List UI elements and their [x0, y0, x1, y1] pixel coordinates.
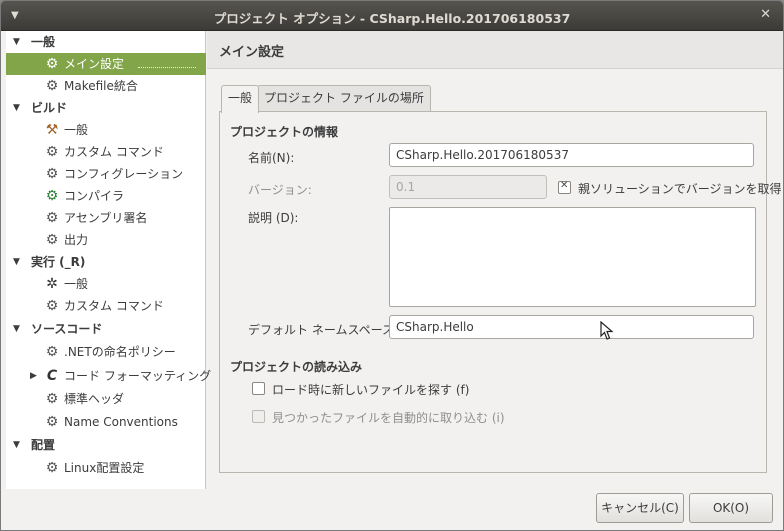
gear-icon: ⚙: [45, 56, 59, 72]
description-label: 説明 (D):: [248, 211, 299, 225]
panel-header: メイン設定: [207, 31, 783, 69]
tree-item-standard-header[interactable]: ⚙ 標準ヘッダ: [6, 388, 206, 410]
cancel-button[interactable]: キャンセル(C): [596, 493, 684, 523]
tree-item-assembly-signing[interactable]: ⚙ アセンブリ署名: [6, 207, 206, 229]
section-title-project-info: プロジェクトの情報: [230, 125, 339, 139]
mouse-cursor-icon: [600, 321, 614, 340]
tree-category-source-code[interactable]: ▼ ソースコード: [6, 318, 206, 340]
tab-project-file-location[interactable]: プロジェクト ファイルの場所: [257, 85, 431, 112]
code-format-icon: C: [46, 368, 58, 384]
project-options-window: ▼ プロジェクト オプション - CSharp.Hello.2017061805…: [0, 0, 784, 531]
tree-item-main-settings[interactable]: ⚙ メイン設定: [6, 53, 206, 75]
tree-item-linux-deployment[interactable]: ⚙ Linux配置設定: [6, 457, 206, 479]
expander-down-icon[interactable]: ▼: [13, 434, 20, 456]
tree-item-compiler[interactable]: ⚙ コンパイラ: [6, 185, 206, 207]
options-tree: ▼ 一般 ⚙ メイン設定 ⚙ Makefile統合 ▼ ビルド ⚒ 一般 ⚙ カ…: [6, 31, 211, 489]
tree-item-build-general[interactable]: ⚒ 一般: [6, 119, 206, 141]
auto-import-checkbox[interactable]: [252, 410, 265, 423]
tree-item-configurations[interactable]: ⚙ コンフィグレーション: [6, 163, 206, 185]
tree-item-naming-policy[interactable]: ⚙ .NETの命名ポリシー: [6, 341, 206, 363]
name-field[interactable]: [389, 143, 754, 167]
tree-category-run[interactable]: ▼ 実行 (_R): [6, 251, 206, 273]
gear-icon: ⚙: [45, 144, 59, 160]
tree-item-run-custom-commands[interactable]: ⚙ カスタム コマンド: [6, 295, 206, 317]
tree-item-build-custom-commands[interactable]: ⚙ カスタム コマンド: [6, 141, 206, 163]
expander-down-icon[interactable]: ▼: [13, 318, 20, 340]
ok-button[interactable]: OK(O): [689, 493, 773, 523]
expander-down-icon[interactable]: ▼: [13, 97, 20, 119]
version-from-solution-checkbox[interactable]: [558, 180, 571, 194]
compiler-icon: ⚙: [45, 188, 59, 204]
tab-general[interactable]: 一般: [221, 85, 260, 113]
gear-icon: ⚙: [45, 166, 59, 182]
description-textarea[interactable]: [389, 207, 756, 307]
tree-item-makefile[interactable]: ⚙ Makefile統合: [6, 75, 206, 97]
tree-item-run-general[interactable]: ✲ 一般: [6, 273, 206, 295]
auto-import-label: 見つかったファイルを自動的に取り込む (i): [272, 411, 505, 425]
gear-icon: ⚙: [45, 344, 59, 360]
section-title-project-load: プロジェクトの読み込み: [230, 360, 363, 374]
gear-icon: ⚙: [45, 460, 59, 476]
tree-category-deployment[interactable]: ▼ 配置: [6, 434, 206, 456]
version-from-solution-label: 親ソリューションでバージョンを取得: [578, 182, 782, 196]
window-title: プロジェクト オプション - CSharp.Hello.201706180537: [213, 11, 571, 26]
cog-icon: ✲: [46, 276, 58, 292]
tree-category-general[interactable]: ▼ 一般: [6, 31, 206, 53]
version-field[interactable]: [389, 175, 547, 199]
gear-icon: ⚙: [45, 210, 59, 226]
gear-icon: ⚙: [45, 414, 59, 430]
load-new-files-checkbox[interactable]: [252, 382, 265, 395]
expander-right-icon[interactable]: ▶: [30, 365, 37, 387]
load-new-files-label: ロード時に新しいファイルを探す (f): [272, 383, 470, 397]
tab-panel-general: プロジェクトの情報 名前(N): バージョン: 親ソリューションでバージョンを取…: [219, 111, 782, 473]
version-label: バージョン:: [248, 183, 312, 197]
tree-item-name-conventions[interactable]: ⚙ Name Conventions: [6, 411, 206, 433]
title-bar: ▼ プロジェクト オプション - CSharp.Hello.2017061805…: [1, 1, 783, 31]
close-icon[interactable]: ✕: [760, 7, 771, 22]
tree-item-output[interactable]: ⚙ 出力: [6, 229, 206, 251]
tree-item-code-formatting[interactable]: ▶ C コード フォーマッティング: [6, 365, 211, 387]
panel-title: メイン設定: [219, 45, 285, 60]
gear-icon: ⚙: [45, 232, 59, 248]
gear-icon: ⚙: [45, 78, 59, 94]
gear-icon: ⚙: [45, 391, 59, 407]
expander-down-icon[interactable]: ▼: [13, 31, 20, 53]
gear-icon: ⚙: [45, 298, 59, 314]
tree-category-build[interactable]: ▼ ビルド: [6, 97, 206, 119]
namespace-field[interactable]: [389, 315, 754, 339]
namespace-label: デフォルト ネームスペース:: [248, 323, 399, 337]
selection-focus-line: [138, 67, 196, 68]
build-icon: ⚒: [45, 122, 59, 138]
expander-down-icon[interactable]: ▼: [13, 251, 20, 273]
name-label: 名前(N):: [248, 151, 295, 165]
